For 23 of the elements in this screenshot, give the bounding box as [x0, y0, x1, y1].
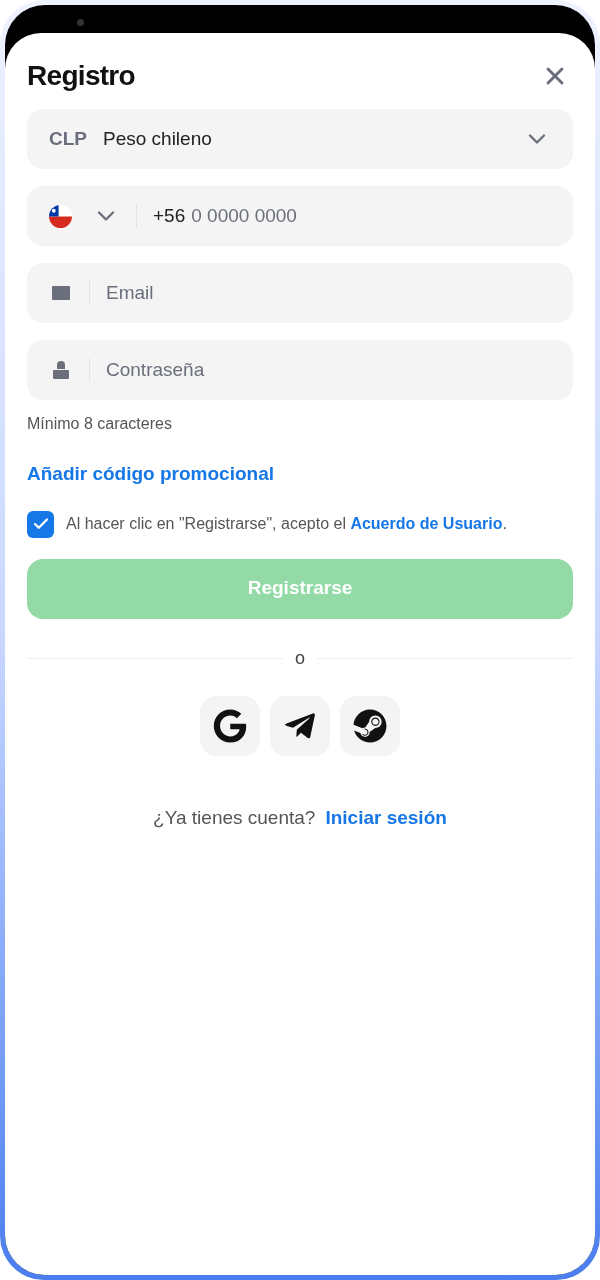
- login-link[interactable]: Iniciar sesión: [325, 803, 447, 832]
- google-icon: [213, 708, 247, 743]
- user-agreement-link[interactable]: Acuerdo de Usuario: [350, 515, 503, 532]
- steam-icon: [353, 708, 387, 743]
- dialog-title: Registro: [27, 59, 135, 93]
- social-login-button[interactable]: [200, 695, 260, 756]
- flag-icon: [49, 204, 72, 228]
- separator-text: o: [295, 646, 305, 670]
- password-hint: Mínimo 8 caracteres: [27, 414, 173, 434]
- currency-select[interactable]: CLP Peso chileno: [27, 109, 573, 169]
- password-field[interactable]: Contraseña: [27, 340, 573, 400]
- email-field[interactable]: Email: [27, 263, 573, 323]
- email-input[interactable]: Email: [106, 278, 551, 308]
- password-input[interactable]: Contraseña: [106, 355, 551, 385]
- promo-code-link[interactable]: Añadir código promocional: [27, 460, 274, 489]
- agreement-checkbox[interactable]: [27, 510, 54, 538]
- agreement-text: Al hacer clic en "Registrarse", acepto el Acuerdo de Usuario.: [66, 514, 507, 534]
- social-login-button[interactable]: [270, 695, 330, 756]
- phone-prefix: +56: [153, 203, 186, 228]
- social-login-button[interactable]: [340, 695, 400, 756]
- login-prompt: ¿Ya tienes cuenta?: [153, 805, 316, 830]
- phone-input[interactable]: 0 0000 0000: [191, 201, 551, 231]
- phone-field[interactable]: +56 0 0000 0000: [27, 186, 573, 246]
